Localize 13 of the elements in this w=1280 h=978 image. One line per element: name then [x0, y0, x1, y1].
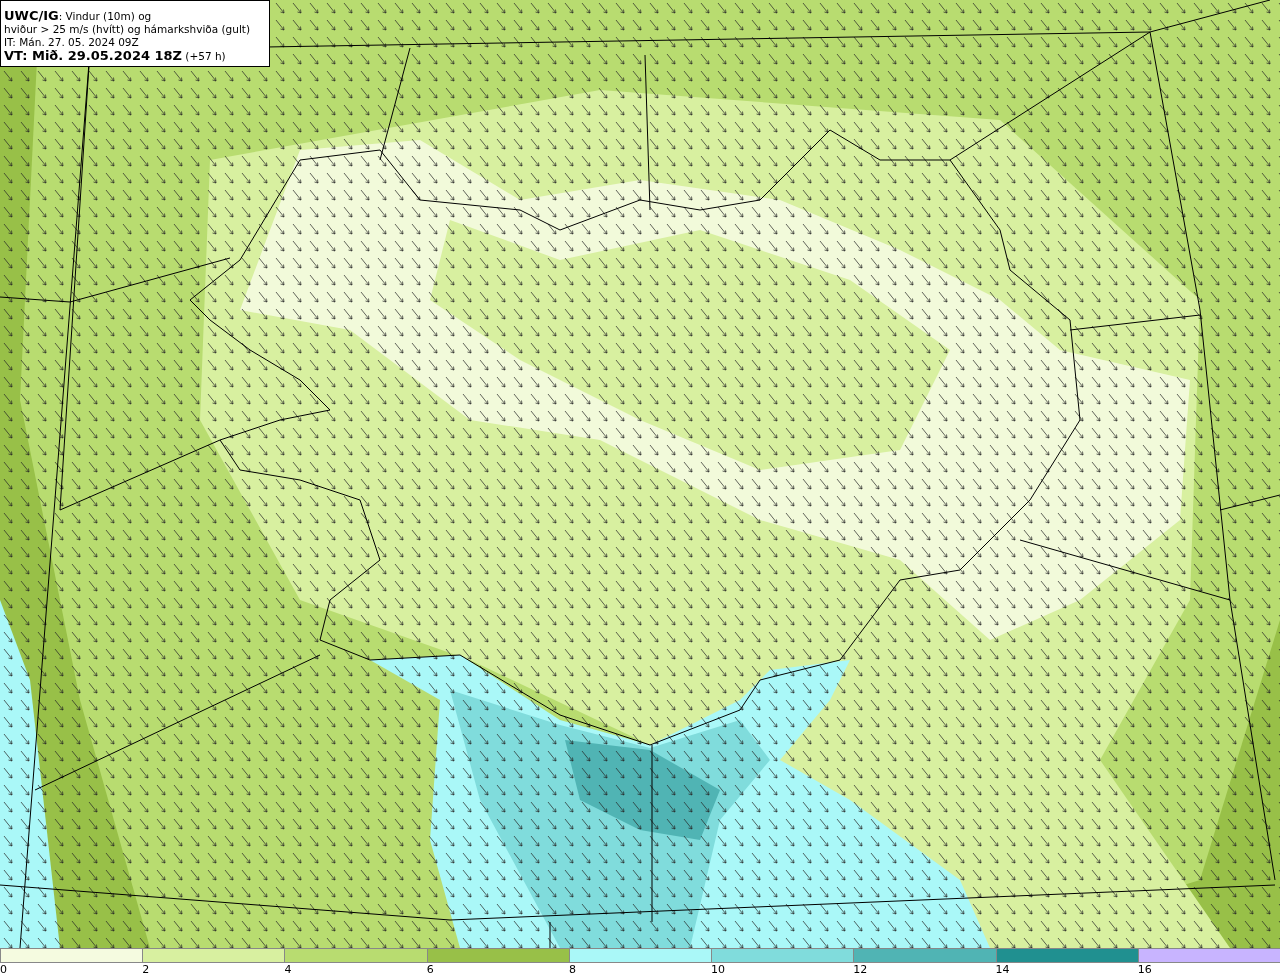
- legend-label: 8: [568, 963, 576, 977]
- title-text: IT: Mán. 27. 05. 2024 09Z: [4, 36, 139, 49]
- title-text: hviður > 25 m/s (hvítt) og hámarkshviða (gult): [4, 23, 251, 36]
- title-text: UWC/IG: Vindur (10m) og: [4, 9, 152, 23]
- legend-label: 0: [0, 963, 7, 977]
- legend-label: 12: [853, 963, 868, 977]
- legend-label: 10: [711, 963, 726, 977]
- legend-label: 2: [142, 963, 150, 977]
- legend-label: 4: [284, 963, 292, 977]
- title-text: VT: Mið. 29.05.2024 18Z (+57 h): [4, 49, 226, 63]
- legend-label: 6: [426, 963, 434, 977]
- legend-label: 14: [995, 963, 1010, 977]
- legend-label: 16: [1137, 963, 1152, 977]
